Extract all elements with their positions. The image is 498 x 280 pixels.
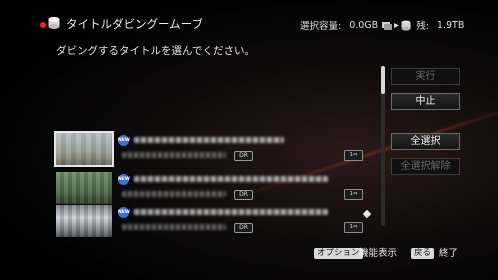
stop-button[interactable]: 中止 xyxy=(391,93,460,110)
title-row[interactable]: NEW DR 1⇒ xyxy=(54,131,368,169)
title-name xyxy=(134,137,284,143)
remaining-size: 1.9TB xyxy=(436,19,465,31)
scrollbar[interactable] xyxy=(381,66,385,226)
new-badge: NEW xyxy=(118,207,130,218)
new-badge: NEW xyxy=(118,174,130,185)
title-thumbnail xyxy=(56,172,112,204)
title-thumbnail xyxy=(56,205,112,237)
title-date xyxy=(122,191,226,197)
title-date xyxy=(122,224,226,230)
copy-arrow-icon xyxy=(382,20,411,31)
back-key[interactable]: 戻る xyxy=(411,248,435,259)
scroll-thumb[interactable] xyxy=(381,66,385,94)
capacity-info: 選択容量: 0.0GB 残: 1.9TB xyxy=(300,18,465,33)
copy-count-icon: 1⇒ xyxy=(344,189,363,200)
option-key-label: 機能表示 xyxy=(359,248,398,259)
execute-button[interactable]: 実行 xyxy=(391,68,460,85)
dubbing-screen: タイトルダビングームーブ 選択容量: 0.0GB 残: 1.9TB ダビングする… xyxy=(0,0,498,280)
copy-count-icon: 1⇒ xyxy=(344,222,363,233)
title-name xyxy=(134,209,328,215)
title-thumbnail xyxy=(54,131,114,167)
mode-badge: DR xyxy=(234,151,253,161)
select-all-button[interactable]: 全選択 xyxy=(391,133,460,150)
copy-count-icon: 1⇒ xyxy=(344,150,363,161)
footer: オプション 機能表示 戻る 終了 xyxy=(0,248,498,264)
disc-icon xyxy=(48,17,60,29)
option-key[interactable]: オプション xyxy=(314,248,363,259)
new-badge: NEW xyxy=(118,135,130,146)
capacity-label: 選択容量: xyxy=(300,21,342,32)
mode-badge: DR xyxy=(234,190,253,200)
page-title: タイトルダビングームーブ xyxy=(66,17,203,31)
remaining-label: 残: xyxy=(416,21,429,32)
instruction-text: ダビングするタイトルを選んでください。 xyxy=(56,45,255,57)
deselect-all-button[interactable]: 全選択解除 xyxy=(391,158,460,175)
back-key-label: 終了 xyxy=(439,248,459,259)
status-dot xyxy=(40,22,46,28)
mode-badge: DR xyxy=(234,223,253,233)
header: タイトルダビングームーブ 選択容量: 0.0GB 残: 1.9TB xyxy=(0,0,498,38)
selected-size: 0.0GB xyxy=(349,19,379,31)
title-row[interactable]: NEW DR 1⇒ xyxy=(56,205,368,241)
title-row[interactable]: NEW DR 1⇒ xyxy=(56,172,368,208)
title-date xyxy=(122,152,226,158)
title-name xyxy=(134,176,328,182)
